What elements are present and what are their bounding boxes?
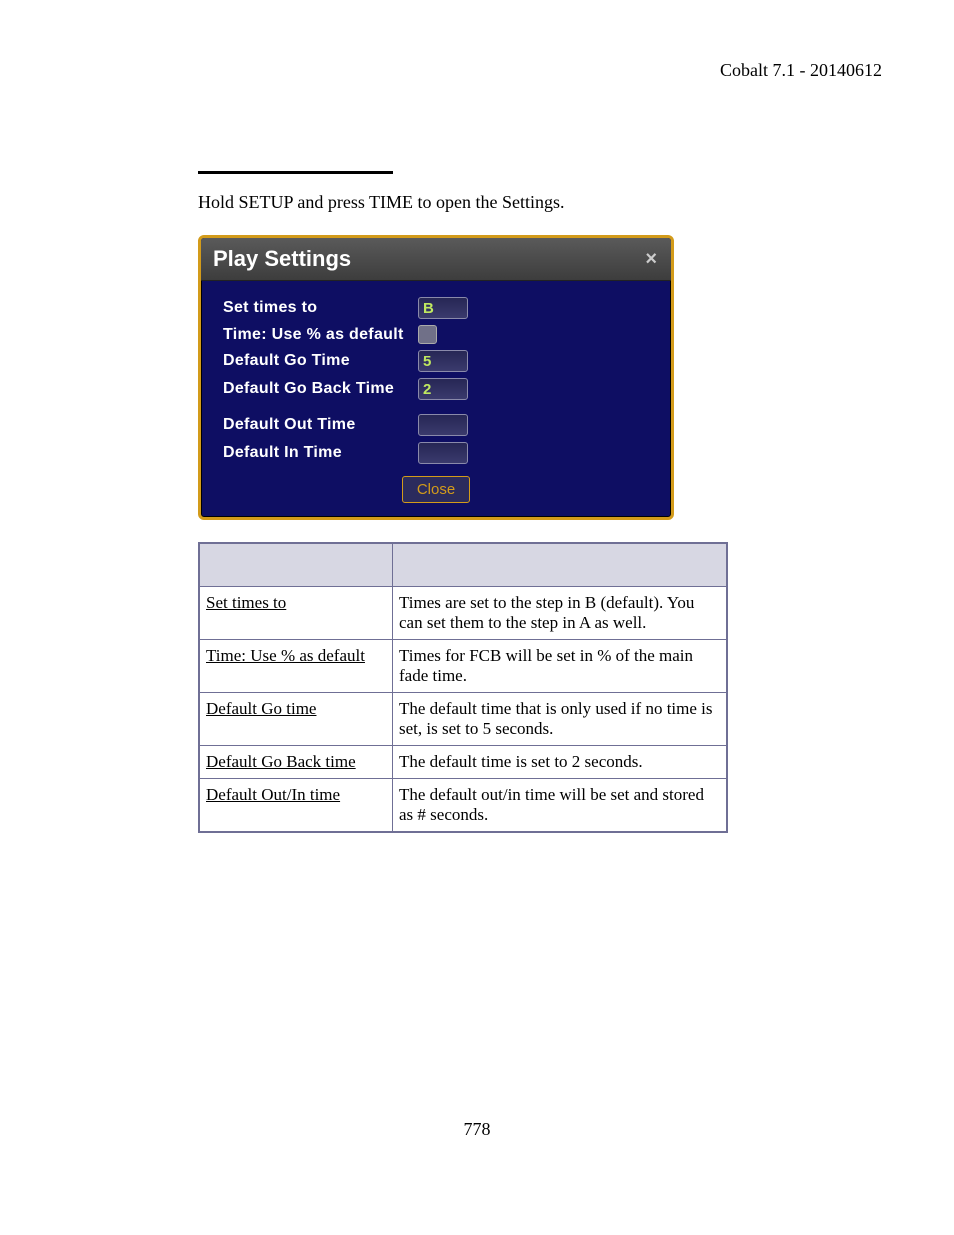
checkbox-use-percent[interactable] bbox=[418, 325, 437, 344]
section-divider bbox=[198, 171, 393, 174]
play-settings-dialog: Play Settings × Set times to B Time: Use… bbox=[198, 235, 674, 520]
dialog-title-text: Play Settings bbox=[213, 246, 351, 272]
table-row-name: Set times to bbox=[199, 587, 393, 640]
table-header-blank-2 bbox=[393, 543, 728, 587]
table-row-name: Default Go time bbox=[199, 693, 393, 746]
row-go-time: Default Go Time 5 bbox=[223, 350, 649, 372]
page-number: 778 bbox=[0, 1119, 954, 1140]
input-out-time[interactable] bbox=[418, 414, 468, 436]
table-row-desc: The default time is set to 2 seconds. bbox=[393, 746, 728, 779]
table-row-name: Default Go Back time bbox=[199, 746, 393, 779]
table-row-desc: Times are set to the step in B (default)… bbox=[393, 587, 728, 640]
row-in-time: Default In Time bbox=[223, 442, 649, 464]
close-button-row: Close bbox=[223, 476, 649, 503]
dialog-body: Set times to B Time: Use % as default De… bbox=[201, 281, 671, 517]
label-in-time: Default In Time bbox=[223, 444, 418, 462]
table-row: Default Out/In time The default out/in t… bbox=[199, 779, 727, 833]
row-go-back: Default Go Back Time 2 bbox=[223, 378, 649, 400]
table-row-name: Time: Use % as default bbox=[199, 640, 393, 693]
table-row-desc: The default time that is only used if no… bbox=[393, 693, 728, 746]
input-set-times-to[interactable]: B bbox=[418, 297, 468, 319]
row-use-percent: Time: Use % as default bbox=[223, 325, 649, 344]
label-out-time: Default Out Time bbox=[223, 416, 418, 434]
table-row-desc: Times for FCB will be set in % of the ma… bbox=[393, 640, 728, 693]
row-set-times-to: Set times to B bbox=[223, 297, 649, 319]
table-row: Time: Use % as default Times for FCB wil… bbox=[199, 640, 727, 693]
input-go-time[interactable]: 5 bbox=[418, 350, 468, 372]
dialog-titlebar: Play Settings × bbox=[201, 238, 671, 281]
table-header-blank-1 bbox=[199, 543, 393, 587]
table-row-desc: The default out/in time will be set and … bbox=[393, 779, 728, 833]
label-set-times-to: Set times to bbox=[223, 299, 418, 317]
table-row: Default Go time The default time that is… bbox=[199, 693, 727, 746]
header-version: Cobalt 7.1 - 20140612 bbox=[72, 60, 882, 81]
table-row: Set times to Times are set to the step i… bbox=[199, 587, 727, 640]
close-icon[interactable]: × bbox=[643, 249, 659, 269]
label-go-back: Default Go Back Time bbox=[223, 380, 418, 398]
table-header-row bbox=[199, 543, 727, 587]
intro-text: Hold SETUP and press TIME to open the Se… bbox=[198, 192, 728, 213]
label-use-percent: Time: Use % as default bbox=[223, 326, 418, 344]
table-row-name: Default Out/In time bbox=[199, 779, 393, 833]
input-in-time[interactable] bbox=[418, 442, 468, 464]
table-row: Default Go Back time The default time is… bbox=[199, 746, 727, 779]
close-button[interactable]: Close bbox=[402, 476, 470, 503]
row-out-time: Default Out Time bbox=[223, 414, 649, 436]
input-go-back[interactable]: 2 bbox=[418, 378, 468, 400]
label-go-time: Default Go Time bbox=[223, 352, 418, 370]
description-table: Set times to Times are set to the step i… bbox=[198, 542, 728, 833]
